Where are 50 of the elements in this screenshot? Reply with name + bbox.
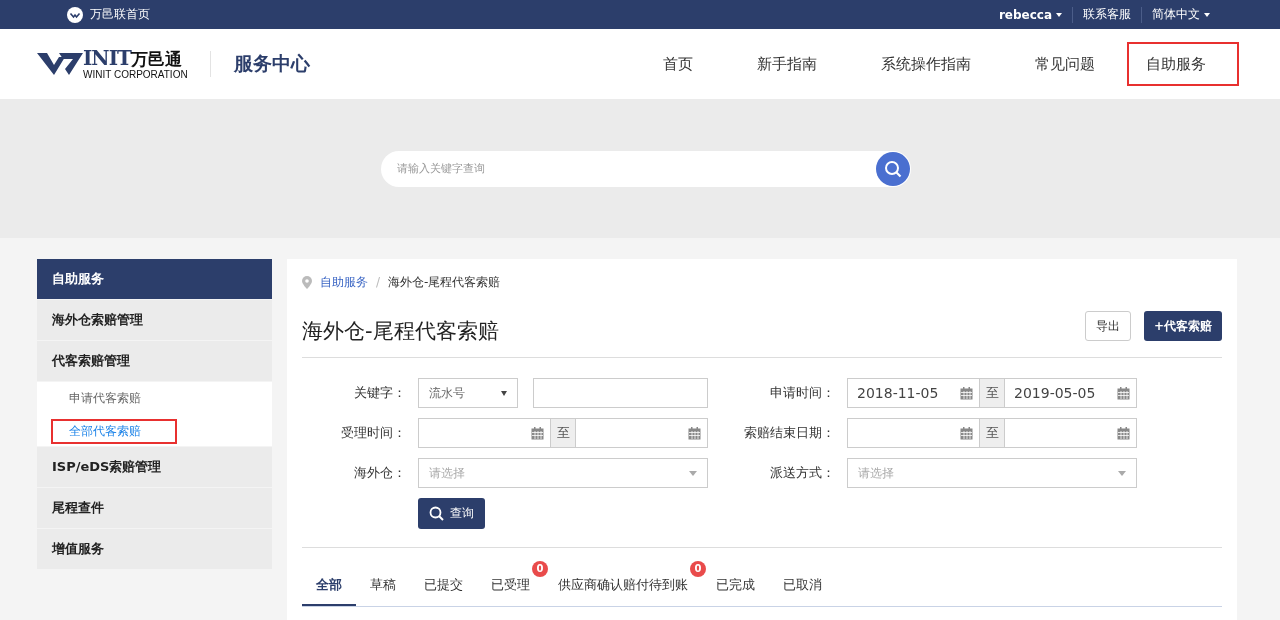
- breadcrumb-current: 海外仓-尾程代客索赔: [388, 273, 501, 291]
- export-button[interactable]: 导出: [1084, 311, 1131, 341]
- status-tab[interactable]: 全部: [302, 568, 356, 606]
- filter-label: 派送方式：: [769, 464, 836, 482]
- breadcrumb-separator: /: [376, 275, 381, 289]
- keyword-input[interactable]: [533, 378, 708, 408]
- status-tab[interactable]: 草稿: [356, 568, 410, 606]
- logo-name: 万邑通: [130, 49, 182, 69]
- search-input[interactable]: 请输入关键字查询: [395, 161, 876, 176]
- status-tab[interactable]: 已提交: [410, 568, 477, 606]
- page-title: 海外仓-尾程代客索赔: [302, 318, 499, 345]
- count-badge: 0: [532, 561, 548, 577]
- search-button[interactable]: [876, 151, 910, 186]
- support-link[interactable]: 联系客服: [1083, 6, 1131, 23]
- logo-icon: [67, 6, 83, 23]
- home-link[interactable]: 万邑联首页: [90, 6, 150, 23]
- filter-label: 申请时间：: [769, 384, 836, 402]
- keyword-type-select[interactable]: 流水号: [418, 378, 518, 408]
- filter-label: 海外仓：: [353, 464, 407, 482]
- logo-letters: INIT: [83, 48, 131, 68]
- filter-label: 受理时间：: [340, 424, 407, 442]
- nav-link[interactable]: 常见问题: [1003, 42, 1127, 86]
- sidebar-title: 自助服务: [37, 259, 272, 299]
- add-claim-button[interactable]: +代客索赔: [1143, 311, 1222, 341]
- sidebar-group[interactable]: 代客索赔管理: [37, 341, 272, 381]
- nav-link[interactable]: 新手指南: [725, 42, 849, 86]
- nav-link[interactable]: 自助服务: [1127, 42, 1239, 86]
- user-menu[interactable]: rebecca: [998, 7, 1062, 22]
- logo-mark-icon: [37, 51, 83, 77]
- filter-label: 关键字：: [353, 384, 407, 402]
- search-icon: [429, 506, 444, 521]
- language-menu[interactable]: 简体中文: [1152, 6, 1210, 23]
- nav-link[interactable]: 系统操作指南: [849, 42, 1003, 86]
- sidebar-item[interactable]: 申请代客索赔: [51, 386, 159, 411]
- nav-link[interactable]: 首页: [631, 42, 725, 86]
- breadcrumb-link[interactable]: 自助服务: [320, 273, 368, 291]
- location-pin-icon: [302, 275, 312, 289]
- sidebar-group[interactable]: 海外仓索赔管理: [37, 300, 272, 340]
- logo-subtitle: WINIT CORPORATION: [83, 69, 188, 80]
- filter-label: 索赔结束日期：: [743, 424, 836, 442]
- sidebar-item[interactable]: 全部代客索赔: [51, 419, 177, 444]
- sidebar-group[interactable]: 尾程查件: [37, 488, 272, 528]
- count-badge: 0: [690, 561, 706, 577]
- search-field[interactable]: 请输入关键字查询: [381, 150, 911, 187]
- sidebar-group[interactable]: ISP/eDS索赔管理: [37, 447, 272, 487]
- search-icon: [884, 159, 902, 178]
- sidebar-group[interactable]: 增值服务: [37, 529, 272, 569]
- query-button[interactable]: 查询: [418, 498, 485, 529]
- status-tab[interactable]: 已取消: [769, 568, 836, 606]
- site-title: 服务中心: [233, 51, 310, 76]
